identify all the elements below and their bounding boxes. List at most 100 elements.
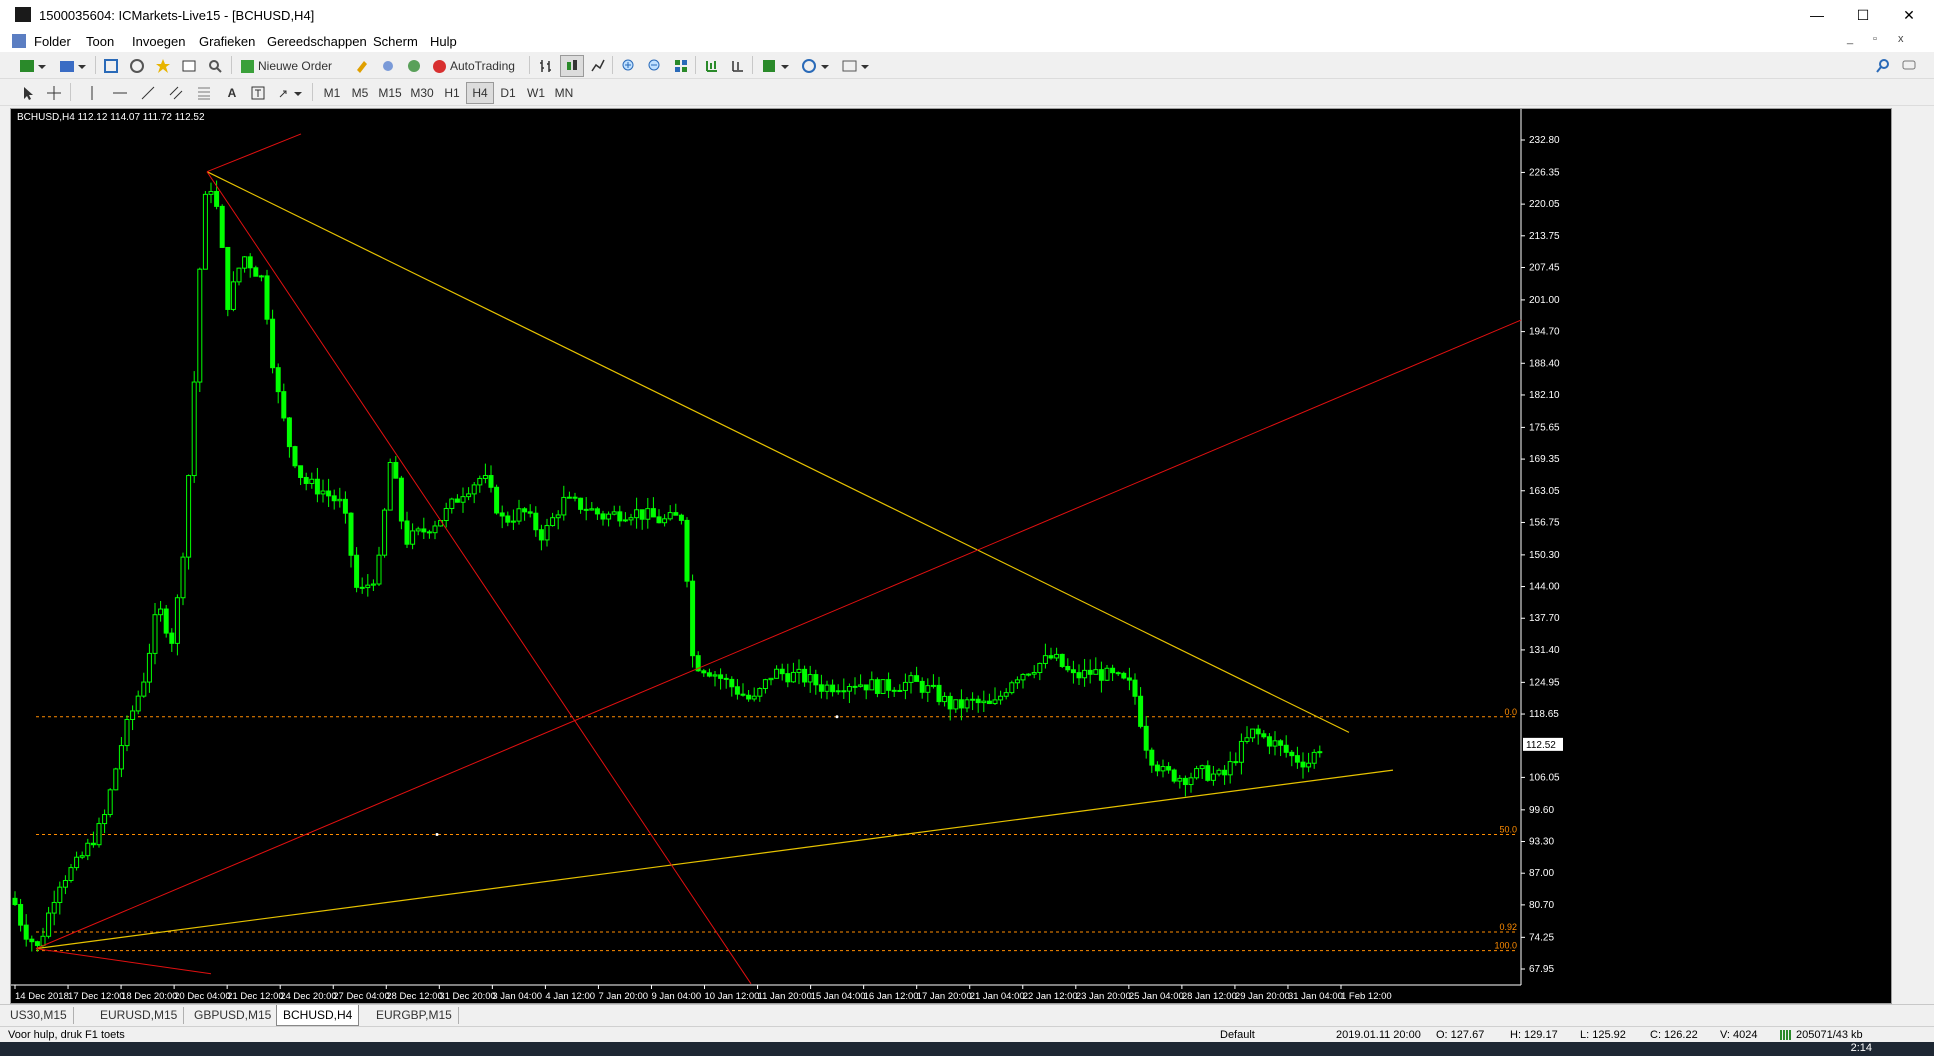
time-axis-label: 29 Jan 20:00 bbox=[1235, 991, 1290, 1002]
candle-body bbox=[706, 672, 712, 677]
chart-canvas[interactable]: 232.80 226.35 220.05 213.75 207.45 201.00 194.… bbox=[11, 109, 1891, 1003]
text-label-icon[interactable] bbox=[246, 82, 270, 104]
menu-toon[interactable]: Toon bbox=[86, 34, 114, 49]
timeframe-w1[interactable]: W1 bbox=[522, 82, 550, 104]
signals-icon[interactable] bbox=[376, 55, 400, 77]
chart-shift-icon[interactable] bbox=[700, 55, 724, 77]
mdi-close-button[interactable]: x bbox=[1898, 33, 1904, 45]
price-axis-label: 93.30 bbox=[1529, 837, 1554, 848]
equidistant-channel-icon[interactable] bbox=[164, 82, 188, 104]
candle-body bbox=[247, 256, 253, 269]
navigator-icon[interactable] bbox=[151, 55, 175, 77]
timeframe-m30[interactable]: M30 bbox=[406, 82, 438, 104]
zoom-in-icon[interactable] bbox=[617, 55, 641, 77]
timeframe-h4[interactable]: H4 bbox=[466, 82, 494, 104]
trendline-icon[interactable] bbox=[136, 82, 160, 104]
tab-us30[interactable]: US30,M15 bbox=[4, 1007, 74, 1024]
candle-body bbox=[1300, 761, 1306, 768]
status-traffic: 205071/43 kb bbox=[1796, 1029, 1863, 1041]
candle-body bbox=[516, 508, 522, 522]
candle-body bbox=[421, 528, 427, 533]
text-icon[interactable]: A bbox=[220, 82, 244, 104]
candle-body bbox=[118, 745, 124, 770]
candle-body bbox=[214, 190, 220, 207]
candle-body bbox=[1110, 667, 1116, 674]
profiles-icon[interactable] bbox=[54, 55, 90, 77]
menu-gereedschappen[interactable]: Gereedschappen bbox=[267, 34, 367, 49]
line-chart-icon[interactable] bbox=[586, 55, 610, 77]
maximize-button[interactable]: ☐ bbox=[1840, 0, 1886, 30]
mdi-minimize-button[interactable]: _ bbox=[1847, 33, 1853, 45]
tile-windows-icon[interactable] bbox=[669, 55, 693, 77]
candle-body bbox=[774, 668, 780, 679]
market-watch-icon[interactable] bbox=[99, 55, 123, 77]
time-axis-label: 18 Dec 20:00 bbox=[121, 991, 178, 1002]
tab-eurgbp[interactable]: EURGBP,M15 bbox=[370, 1007, 459, 1024]
close-button[interactable]: ✕ bbox=[1886, 0, 1932, 30]
mdi-restore-button[interactable]: ▫ bbox=[1873, 33, 1877, 45]
new-chart-icon[interactable] bbox=[14, 55, 50, 77]
templates-icon[interactable] bbox=[837, 55, 873, 77]
time-axis-label: 25 Jan 04:00 bbox=[1129, 991, 1184, 1002]
candle-body bbox=[583, 508, 589, 511]
periods-icon[interactable] bbox=[797, 55, 833, 77]
timeframe-m15[interactable]: M15 bbox=[374, 82, 406, 104]
indicators-icon[interactable] bbox=[757, 55, 793, 77]
ascending-trendline bbox=[35, 769, 1394, 950]
market-icon[interactable] bbox=[402, 55, 426, 77]
bar-chart-icon[interactable] bbox=[534, 55, 558, 77]
metaeditor-icon[interactable] bbox=[350, 55, 374, 77]
candle-body bbox=[1138, 695, 1144, 727]
tab-bchusd[interactable]: BCHUSD,H4 bbox=[276, 1005, 360, 1026]
search-icon[interactable] bbox=[1871, 55, 1895, 77]
menu-hulp[interactable]: Hulp bbox=[430, 34, 457, 49]
candlestick-chart-icon[interactable] bbox=[560, 55, 584, 77]
candle-body bbox=[337, 498, 343, 502]
candle-body bbox=[650, 508, 656, 518]
time-axis-label: 20 Dec 04:00 bbox=[174, 991, 231, 1002]
arrows-icon[interactable] bbox=[274, 82, 306, 104]
candle-body bbox=[1014, 679, 1020, 684]
candle-body bbox=[1160, 766, 1166, 772]
status-bar: Voor hulp, druk F1 toets Default 2019.01… bbox=[0, 1026, 1934, 1043]
terminal-icon[interactable] bbox=[177, 55, 201, 77]
timeframe-m5[interactable]: M5 bbox=[346, 82, 374, 104]
menu-folder[interactable]: Folder bbox=[34, 34, 71, 49]
timeframe-mn[interactable]: MN bbox=[550, 82, 578, 104]
minimize-button[interactable]: — bbox=[1794, 0, 1840, 30]
timeframe-h1[interactable]: H1 bbox=[438, 82, 466, 104]
crosshair-icon[interactable] bbox=[42, 82, 66, 104]
candle-body bbox=[1317, 751, 1323, 754]
candle-body bbox=[818, 684, 824, 692]
price-chart[interactable]: 232.80 226.35 220.05 213.75 207.45 201.00 194.… bbox=[10, 108, 1892, 1004]
candle-body bbox=[197, 268, 203, 383]
title-bar: 1500035604: ICMarkets-Live15 - [BCHUSD,H… bbox=[0, 0, 1934, 31]
candle-body bbox=[365, 584, 371, 589]
timeframe-d1[interactable]: D1 bbox=[494, 82, 522, 104]
chat-icon[interactable] bbox=[1897, 55, 1921, 77]
data-window-icon[interactable] bbox=[125, 55, 149, 77]
horizontal-line-icon[interactable] bbox=[108, 82, 132, 104]
autotrading-button[interactable]: AutoTrading bbox=[428, 55, 528, 77]
strategy-tester-icon[interactable] bbox=[203, 55, 227, 77]
zoom-out-icon[interactable] bbox=[643, 55, 667, 77]
fibonacci-retracement-icon[interactable] bbox=[192, 82, 216, 104]
candle-body bbox=[1009, 682, 1015, 694]
candle-body bbox=[1278, 740, 1284, 746]
vertical-line-icon[interactable] bbox=[80, 82, 104, 104]
tab-eurusd[interactable]: EURUSD,M15 bbox=[94, 1007, 185, 1024]
candle-body bbox=[191, 381, 197, 477]
status-help: Voor hulp, druk F1 toets bbox=[8, 1029, 125, 1041]
new-order-button[interactable]: Nieuwe Order bbox=[236, 55, 352, 77]
cursor-icon[interactable] bbox=[16, 82, 40, 104]
candle-body bbox=[690, 580, 696, 657]
menu-invoegen[interactable]: Invoegen bbox=[132, 34, 186, 49]
auto-scroll-icon[interactable] bbox=[726, 55, 750, 77]
fibonacci-level-label: 50.0 bbox=[1499, 824, 1517, 834]
tab-gbpusd[interactable]: GBPUSD,M15 bbox=[188, 1007, 279, 1024]
time-axis-label: 16 Jan 12:00 bbox=[864, 991, 919, 1002]
timeframe-m1[interactable]: M1 bbox=[318, 82, 346, 104]
menu-scherm[interactable]: Scherm bbox=[373, 34, 418, 49]
menu-grafieken[interactable]: Grafieken bbox=[199, 34, 255, 49]
time-axis-label: 11 Jan 20:00 bbox=[758, 991, 812, 1002]
